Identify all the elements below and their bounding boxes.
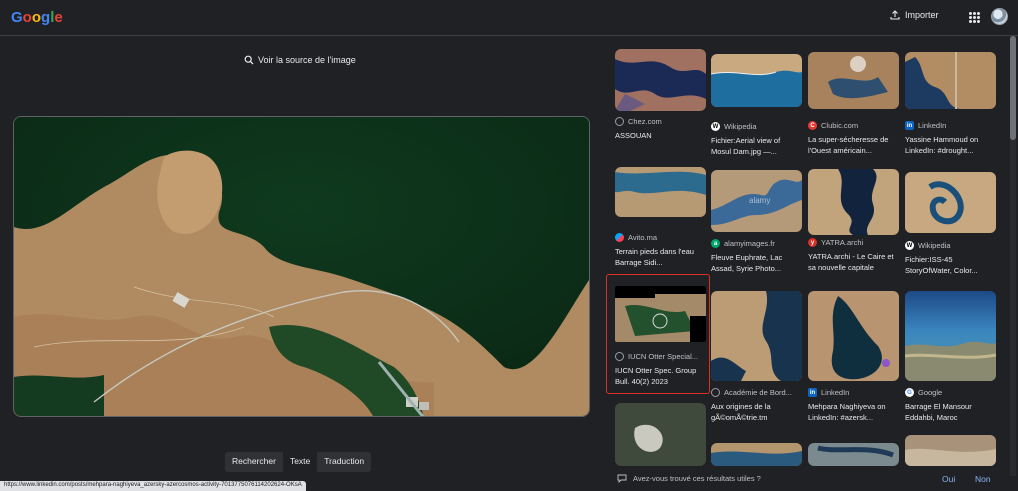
- result-source: in LinkedIn: [905, 121, 947, 130]
- result-source: Avito.ma: [615, 233, 706, 242]
- tab-texte[interactable]: Texte: [282, 452, 318, 472]
- result-thumbnail[interactable]: [615, 167, 706, 217]
- linkedin-icon: in: [905, 121, 914, 130]
- result-thumbnail[interactable]: [905, 291, 996, 381]
- result-title[interactable]: Yassine Hammoud on LinkedIn: #drought...: [905, 134, 996, 156]
- avito-icon: [615, 233, 624, 242]
- wikipedia-icon: W: [711, 122, 720, 131]
- result-card[interactable]: Académie de Bord... Aux origines de la g…: [711, 291, 802, 423]
- google-logo[interactable]: Google: [11, 9, 63, 26]
- feedback-no-button[interactable]: Non: [975, 474, 991, 484]
- result-card[interactable]: G Google Barrage El Mansour Eddahbi, Maro…: [905, 291, 996, 423]
- results-scrollbar-thumb[interactable]: [1010, 36, 1016, 140]
- feedback-question: Avez-vous trouvé ces résultats utiles ?: [617, 474, 761, 483]
- import-label: Importer: [905, 10, 939, 20]
- status-url: https://www.linkedin.com/posts/mehpara-n…: [0, 481, 306, 491]
- result-card[interactable]: y YATRA.archi YATRA.archi - Le Caire et s…: [808, 169, 899, 273]
- globe-icon: [711, 388, 720, 397]
- result-thumbnail[interactable]: [711, 443, 802, 466]
- result-title[interactable]: Fleuve Euphrate, Lac Assad, Syrie Photo.…: [711, 252, 802, 274]
- result-thumbnail[interactable]: alamy: [711, 170, 802, 232]
- result-thumbnail[interactable]: [808, 169, 899, 235]
- feedback-icon: [617, 474, 627, 483]
- result-title[interactable]: Aux origines de la gÃ©omÃ©trie.tm: [711, 401, 802, 423]
- selected-result-outline: [606, 274, 710, 394]
- result-source: W Wikipedia: [905, 241, 951, 250]
- view-source-label: Voir la source de l'image: [258, 55, 356, 65]
- view-source-link[interactable]: Voir la source de l'image: [244, 55, 356, 65]
- result-card[interactable]: [615, 403, 706, 466]
- lens-mode-tabs: Rechercher Texte Traduction: [225, 452, 372, 472]
- result-title[interactable]: Terrain pieds dans l'eau Barrage Sidi...: [615, 246, 706, 268]
- result-thumbnail[interactable]: [808, 443, 899, 466]
- result-card[interactable]: Avito.ma Terrain pieds dans l'eau Barrag…: [615, 167, 706, 268]
- result-source: Chez.com: [615, 117, 706, 126]
- result-title[interactable]: Fichier:Aerial view of Mosul Dam.jpg —..…: [711, 135, 802, 157]
- top-bar: Google Importer: [0, 0, 1018, 36]
- result-thumbnail[interactable]: [711, 291, 802, 381]
- tab-traduction[interactable]: Traduction: [317, 452, 371, 472]
- result-thumbnail[interactable]: [615, 403, 706, 466]
- feedback-yes-button[interactable]: Oui: [942, 474, 955, 484]
- import-button[interactable]: Importer: [890, 10, 939, 20]
- tab-rechercher[interactable]: Rechercher: [225, 452, 283, 472]
- result-thumbnail[interactable]: [905, 52, 996, 109]
- result-card[interactable]: W Wikipedia Fichier:ISS-45 StoryOfWater, …: [905, 172, 996, 276]
- result-title[interactable]: Barrage El Mansour Eddahbi, Maroc: [905, 401, 996, 423]
- result-thumbnail[interactable]: [905, 435, 996, 466]
- result-source: Académie de Bord...: [711, 388, 802, 397]
- result-source: W Wikipedia: [711, 122, 757, 131]
- result-thumbnail[interactable]: [711, 54, 802, 107]
- result-card[interactable]: W Wikipedia Fichier:Aerial view of Mosul …: [711, 54, 802, 157]
- result-title[interactable]: Mehpara Naghiyeva on LinkedIn: #azersk..…: [808, 401, 899, 423]
- result-thumbnail[interactable]: [808, 291, 899, 381]
- account-avatar[interactable]: [991, 8, 1008, 25]
- feedback-bar: Avez-vous trouvé ces résultats utiles ? …: [603, 466, 1008, 491]
- result-title[interactable]: Fichier:ISS-45 StoryOfWater, Color...: [905, 254, 996, 276]
- result-title[interactable]: YATRA.archi - Le Caire et sa nouvelle ca…: [808, 251, 899, 273]
- query-satellite-image[interactable]: [13, 116, 590, 417]
- upload-icon: [890, 10, 900, 20]
- lens-search-icon: [244, 55, 254, 65]
- linkedin-icon: in: [808, 388, 817, 397]
- google-icon: G: [905, 388, 914, 397]
- yatra-icon: y: [808, 238, 817, 247]
- alamy-icon: a: [711, 239, 720, 248]
- result-card[interactable]: [808, 443, 899, 466]
- result-source: a alamyimages.fr: [711, 239, 802, 248]
- result-title[interactable]: ASSOUAN: [615, 130, 706, 141]
- clubic-icon: C: [808, 121, 817, 130]
- result-card[interactable]: in LinkedIn Yassine Hammoud on LinkedIn: …: [905, 52, 996, 156]
- dam-satellite-photo: [14, 117, 589, 416]
- wikipedia-icon: W: [905, 241, 914, 250]
- result-thumbnail[interactable]: [905, 172, 996, 233]
- result-card[interactable]: C Clubic.com La super-sécheresse de l'Oue…: [808, 52, 899, 156]
- result-thumbnail[interactable]: [615, 49, 706, 111]
- visual-matches-pane: Chez.com ASSOUAN W Wikipedia Fichier:Aeri…: [603, 36, 1006, 466]
- result-source: C Clubic.com: [808, 121, 899, 130]
- result-source: G Google: [905, 388, 996, 397]
- result-title[interactable]: La super-sécheresse de l'Ouest américain…: [808, 134, 899, 156]
- result-card[interactable]: alamy a alamyimages.fr Fleuve Euphrate, L…: [711, 170, 802, 274]
- apps-grid-icon[interactable]: [969, 12, 980, 23]
- result-card[interactable]: [905, 435, 996, 466]
- result-card[interactable]: Chez.com ASSOUAN: [615, 49, 706, 141]
- result-card[interactable]: [711, 443, 802, 466]
- result-thumbnail[interactable]: [808, 52, 899, 109]
- globe-icon: [615, 117, 624, 126]
- result-source: y YATRA.archi: [808, 238, 899, 247]
- result-card[interactable]: in LinkedIn Mehpara Naghiyeva on LinkedIn…: [808, 291, 899, 423]
- alamy-watermark: alamy: [749, 196, 770, 205]
- result-source: in LinkedIn: [808, 388, 850, 397]
